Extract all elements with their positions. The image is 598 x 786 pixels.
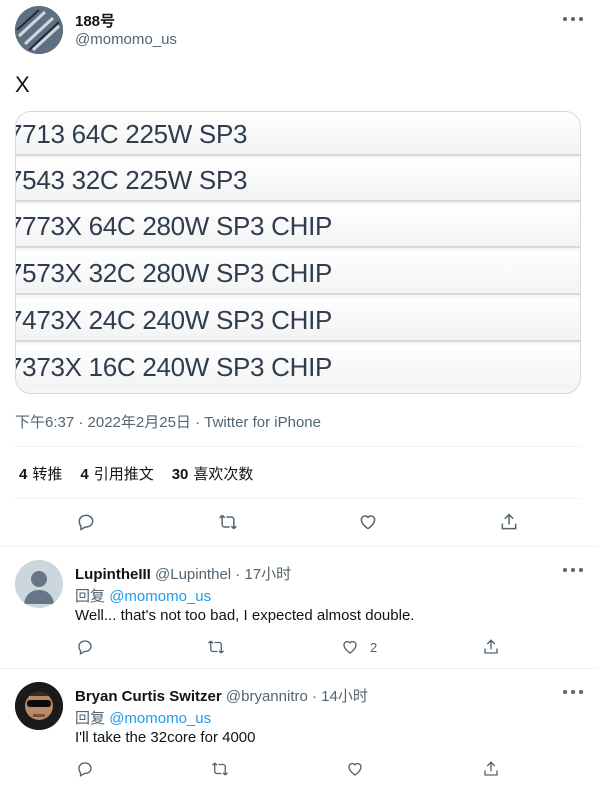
media-row: 7773X 64C 280W SP3 CHIP — [16, 211, 333, 241]
author-handle[interactable]: @momomo_us — [75, 31, 177, 48]
tweet-timestamp[interactable]: 下午6:37 · 2022年2月25日 · Twitter for iPhone — [15, 411, 321, 432]
retweets-stat[interactable]: 4 转推 — [19, 463, 62, 484]
share-icon[interactable] — [480, 636, 502, 658]
avatar[interactable] — [15, 682, 63, 730]
retweets-count: 4 — [19, 466, 28, 483]
reply-icon[interactable] — [74, 758, 96, 780]
divider — [15, 446, 581, 447]
media-row: 7373X 16C 240W SP3 CHIP — [16, 352, 333, 382]
reply-item[interactable]: LupintheIII @Lupinthel · 17小时 回复 @momomo… — [0, 547, 598, 668]
replying-to-link[interactable]: @momomo_us — [109, 588, 211, 605]
likes-stat[interactable]: 30 喜欢次数 — [172, 463, 254, 484]
like-icon[interactable] — [339, 636, 361, 658]
retweets-label: 转推 — [32, 466, 63, 483]
reply-author-name[interactable]: LupintheIII — [75, 566, 151, 583]
reply-text: I'll take the 32core for 4000 — [75, 729, 256, 746]
media-row: 7573X 32C 280W SP3 CHIP — [16, 258, 333, 288]
reply-author-name[interactable]: Bryan Curtis Switzer — [75, 688, 222, 705]
tweet-stats: 4 转推 4 引用推文 30 喜欢次数 — [19, 463, 253, 484]
reply-header: LupintheIII @Lupinthel · 17小时 — [75, 563, 291, 584]
more-options-icon[interactable] — [563, 13, 583, 25]
more-options-icon[interactable] — [563, 564, 583, 576]
avatar[interactable] — [15, 6, 63, 54]
like-icon[interactable] — [356, 510, 380, 534]
quotes-count: 4 — [80, 466, 89, 483]
likes-count: 30 — [171, 466, 189, 483]
quotes-stat[interactable]: 4 引用推文 — [80, 463, 153, 484]
tweet-text: X — [15, 72, 30, 97]
likes-label: 喜欢次数 — [193, 466, 254, 483]
retweet-icon[interactable] — [205, 636, 227, 658]
retweet-icon[interactable] — [209, 758, 231, 780]
replying-to: 回复 @momomo_us — [75, 585, 211, 606]
replying-to-link[interactable]: @momomo_us — [109, 710, 211, 727]
share-icon[interactable] — [497, 510, 521, 534]
reply-text: Well... that's not too bad, I expected a… — [75, 607, 415, 624]
reply-item[interactable]: Bryan Curtis Switzer @bryannitro · 14小时 … — [0, 669, 598, 786]
avatar[interactable] — [15, 560, 63, 608]
reply-header: Bryan Curtis Switzer @bryannitro · 14小时 — [75, 685, 368, 706]
media-row: 7543 32C 225W SP3 — [16, 165, 248, 195]
media-row: 7473X 24C 240W SP3 CHIP — [16, 305, 333, 335]
replying-to-label: 回复 — [75, 588, 106, 605]
like-icon[interactable] — [344, 758, 366, 780]
reply-author-handle[interactable]: @Lupinthel · 17小时 — [155, 566, 291, 583]
quotes-label: 引用推文 — [93, 466, 154, 483]
divider — [15, 498, 581, 499]
replying-to: 回复 @momomo_us — [75, 707, 211, 728]
author-name[interactable]: 188号 — [75, 10, 115, 31]
share-icon[interactable] — [480, 758, 502, 780]
tweet-image[interactable]: 7713 64C 225W SP3 7543 32C 225W SP3 7773… — [15, 111, 581, 394]
reply-author-handle[interactable]: @bryannitro · 14小时 — [226, 688, 368, 705]
replying-to-label: 回复 — [75, 710, 106, 727]
reply-icon[interactable] — [74, 636, 96, 658]
media-row: 7713 64C 225W SP3 — [16, 119, 248, 149]
more-options-icon[interactable] — [563, 686, 583, 698]
like-count: 2 — [370, 640, 378, 655]
tweet-action-bar — [0, 510, 598, 538]
reply-icon[interactable] — [74, 510, 98, 534]
retweet-icon[interactable] — [216, 510, 240, 534]
